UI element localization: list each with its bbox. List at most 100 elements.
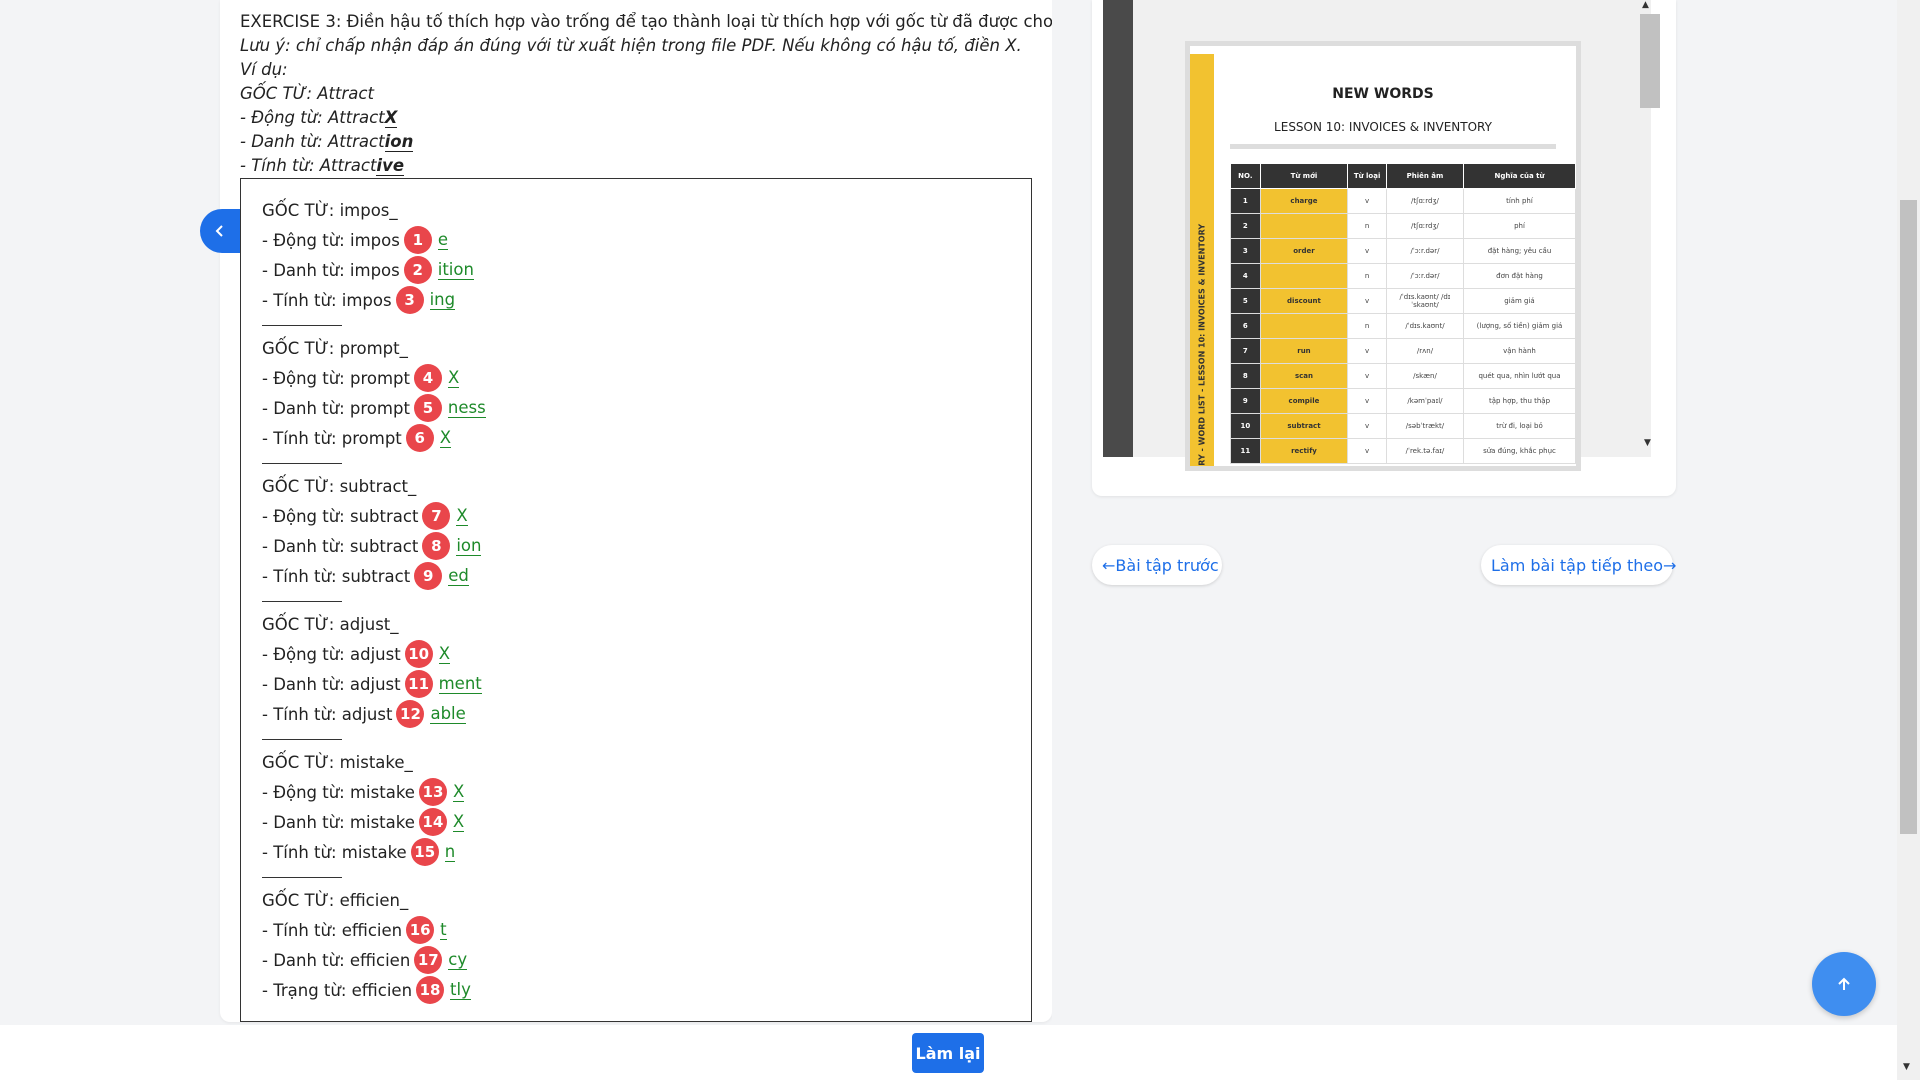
pdf-scrollbar-thumb[interactable] bbox=[1640, 14, 1660, 108]
example-verb-prefix: - Động từ: Attract bbox=[240, 108, 385, 127]
answer-label: - Động từ: adjust bbox=[262, 644, 401, 664]
answer-input[interactable]: able bbox=[430, 704, 466, 724]
answer-label: - Tính từ: adjust bbox=[262, 704, 393, 724]
chevron-left-icon bbox=[215, 225, 223, 237]
pdf-scroll-down-icon[interactable]: ▼ bbox=[1644, 438, 1651, 448]
pdf-table-cell: n bbox=[1347, 263, 1387, 289]
group-separator bbox=[262, 453, 342, 464]
arrow-up-icon bbox=[1838, 977, 1850, 990]
pdf-table-cell bbox=[1259, 313, 1349, 339]
answer-row: - Động từ: prompt 4 X bbox=[262, 363, 486, 393]
question-number-badge: 7 bbox=[422, 502, 451, 530]
root-word: GỐC TỪ: prompt_ bbox=[262, 339, 408, 358]
answer-input[interactable]: tly bbox=[450, 980, 471, 1000]
answer-input[interactable]: ness bbox=[447, 398, 486, 418]
answer-row: - Động từ: subtract 7 X bbox=[262, 501, 481, 531]
pdf-table-cell: /kəmˈpaɪl/ bbox=[1385, 388, 1464, 414]
pdf-table-cell: đặt hàng; yêu cầu bbox=[1462, 238, 1576, 264]
example-root: GỐC TỪ: Attract bbox=[240, 84, 374, 103]
answer-input[interactable]: ed bbox=[448, 566, 469, 586]
page-scroll-down-icon[interactable]: ▼ bbox=[1903, 1062, 1910, 1072]
question-number-badge: 6 bbox=[405, 424, 434, 452]
answer-label: - Danh từ: adjust bbox=[262, 674, 401, 694]
pdf-table-header-cell: Nghĩa của từ bbox=[1462, 163, 1576, 189]
pdf-table-cell: order bbox=[1259, 238, 1349, 264]
group-separator bbox=[262, 729, 342, 740]
answer-input[interactable]: ion bbox=[456, 536, 482, 556]
example-verb-suffix: X bbox=[384, 108, 398, 128]
example-noun: - Danh từ: Attraction bbox=[240, 130, 1040, 154]
question-number-badge: 3 bbox=[395, 286, 424, 314]
pdf-table-cell: quét qua, nhìn lướt qua bbox=[1462, 363, 1576, 389]
group-separator bbox=[262, 591, 342, 602]
root-word: GỐC TỪ: impos_ bbox=[262, 201, 398, 220]
group-separator bbox=[262, 867, 342, 878]
pdf-table-row: 1 charge v/tʃɑːrdʒ/tính phí bbox=[1230, 188, 1576, 214]
word-group: GỐC TỪ: impos_ - Động từ: impos 1 e - Danh t… bbox=[262, 197, 474, 332]
answer-input[interactable]: X bbox=[439, 428, 452, 448]
pdf-table-row: 3 order v/ˈɔːr.dər/đặt hàng; yêu cầu bbox=[1230, 238, 1576, 264]
question-number-badge: 15 bbox=[410, 838, 439, 866]
question-number-badge: 8 bbox=[422, 532, 451, 560]
question-number-badge: 13 bbox=[418, 778, 447, 806]
question-number-badge: 14 bbox=[418, 808, 447, 836]
pdf-table-cell bbox=[1259, 213, 1349, 239]
pdf-table-cell bbox=[1259, 263, 1349, 289]
question-number-badge: 11 bbox=[404, 670, 433, 698]
prev-exercise-button[interactable]: ←Bài tập trước bbox=[1092, 545, 1222, 585]
pdf-scroll-up-icon[interactable]: ▲ bbox=[1642, 0, 1649, 10]
answer-input[interactable]: X bbox=[438, 644, 450, 664]
pdf-table-row: 5 discount v/ˈdɪs.kaʊnt/ /dɪˈskaʊnt/giảm g… bbox=[1230, 288, 1576, 314]
answer-input[interactable]: ing bbox=[429, 290, 456, 310]
pdf-table-cell: tính phí bbox=[1462, 188, 1576, 214]
pdf-table-cell: vận hành bbox=[1462, 338, 1576, 364]
word-group: GỐC TỪ: subtract_ - Động từ: subtract 7 X - … bbox=[262, 473, 482, 608]
group-separator bbox=[262, 315, 342, 326]
pdf-table-cell: run bbox=[1259, 338, 1349, 364]
answer-row: - Động từ: adjust 10 X bbox=[262, 639, 482, 669]
pdf-table-body: 1 charge v/tʃɑːrdʒ/tính phí 2 n/tʃɑːrdʒ/phí 3… bbox=[1230, 188, 1576, 464]
pdf-table-cell: v bbox=[1347, 338, 1387, 364]
pdf-table-cell: rectify bbox=[1259, 438, 1349, 464]
pdf-table-cell: v bbox=[1347, 388, 1387, 414]
pdf-table-cell: n bbox=[1347, 313, 1387, 339]
answer-input[interactable]: ition bbox=[437, 260, 474, 280]
answer-input[interactable]: X bbox=[452, 812, 465, 832]
answer-label: - Tính từ: prompt bbox=[262, 428, 402, 448]
pdf-table-cell: compile bbox=[1259, 388, 1349, 414]
answer-input[interactable]: t bbox=[440, 920, 447, 940]
example-heading: Ví dụ: bbox=[240, 60, 288, 79]
answer-input[interactable]: X bbox=[456, 506, 468, 526]
collapse-panel-button[interactable] bbox=[200, 209, 240, 253]
answer-label: - Động từ: mistake bbox=[262, 782, 415, 802]
pdf-table-cell: /skæn/ bbox=[1385, 363, 1464, 389]
answer-input[interactable]: ment bbox=[438, 674, 482, 694]
pdf-table-cell: v bbox=[1347, 238, 1387, 264]
question-number-badge: 17 bbox=[414, 946, 443, 974]
word-group: GỐC TỪ: efficien_ - Tính từ: efficien 16 t -… bbox=[262, 887, 471, 1005]
pdf-table-cell: /tʃɑːrdʒ/ bbox=[1385, 188, 1464, 214]
page-scrollbar-thumb[interactable] bbox=[1900, 200, 1917, 834]
next-exercise-button[interactable]: Làm bài tập tiếp theo→ bbox=[1481, 545, 1676, 585]
root-word: GỐC TỪ: mistake_ bbox=[262, 753, 413, 772]
scroll-to-top-button[interactable] bbox=[1812, 952, 1876, 1016]
answer-row: - Tính từ: prompt 6 X bbox=[262, 423, 486, 453]
pdf-table-cell: /ˈɔːr.dər/ bbox=[1385, 263, 1464, 289]
pdf-table-cell: /ˈɔːr.dər/ bbox=[1385, 238, 1464, 264]
answer-input[interactable]: n bbox=[444, 842, 456, 862]
pdf-subtitle: LESSON 10: INVOICES & INVENTORY bbox=[1274, 120, 1492, 134]
answer-input[interactable]: X bbox=[448, 368, 460, 388]
pdf-table-cell: /ˈdɪs.kaʊnt/ bbox=[1385, 313, 1464, 339]
word-group: GỐC TỪ: adjust_ - Động từ: adjust 10 X - Dan… bbox=[262, 611, 482, 746]
answer-input[interactable]: cy bbox=[448, 950, 468, 970]
example-adj: - Tính từ: Attractive bbox=[240, 154, 1040, 178]
pdf-table-header-cell: Phiên âm bbox=[1385, 163, 1464, 189]
answer-input[interactable]: e bbox=[437, 230, 448, 250]
question-number-badge: 10 bbox=[404, 640, 433, 668]
pdf-title: NEW WORDS bbox=[1332, 86, 1434, 102]
example-noun-suffix: ion bbox=[384, 132, 414, 152]
reset-button[interactable]: Làm lại bbox=[912, 1033, 984, 1073]
answer-input[interactable]: X bbox=[452, 782, 465, 802]
answer-row: - Danh từ: impos 2 ition bbox=[262, 255, 474, 285]
pdf-table-cell: /ˈdɪs.kaʊnt/ /dɪˈskaʊnt/ bbox=[1385, 288, 1464, 314]
